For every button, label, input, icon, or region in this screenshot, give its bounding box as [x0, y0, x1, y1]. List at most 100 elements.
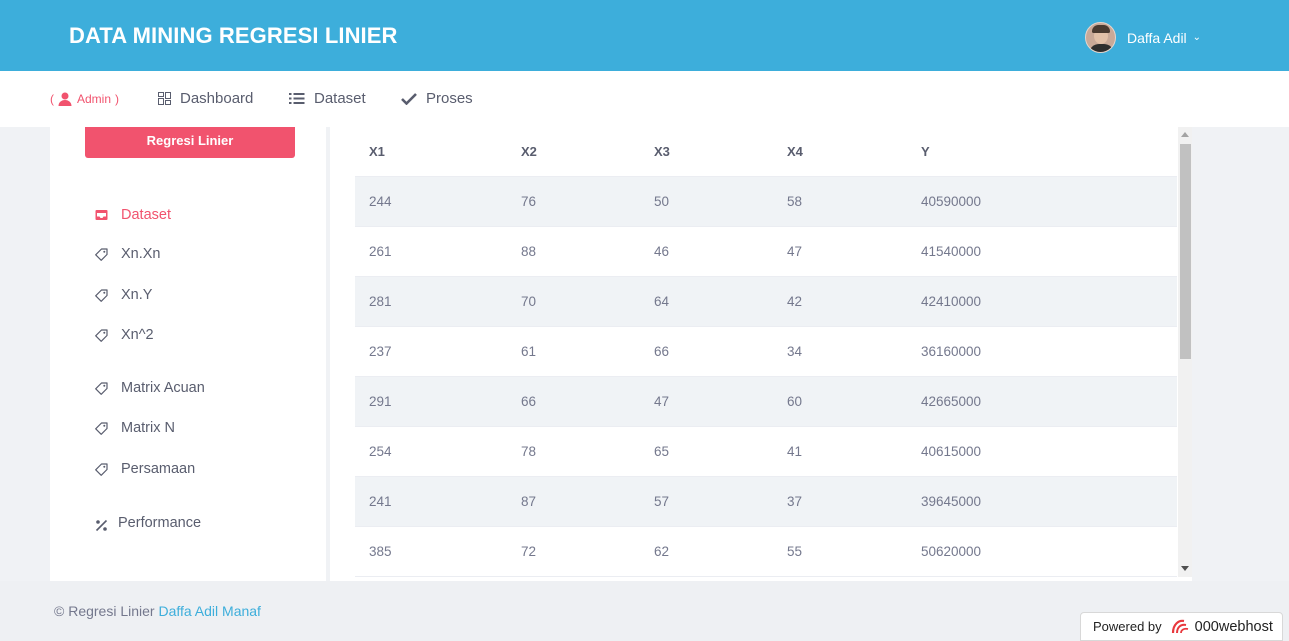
sidebar: Regresi Linier Dataset Xn.Xn Xn.Y Xn^2 M…: [50, 127, 326, 581]
footer-copyright: © Regresi Linier Daffa Adil Manaf: [54, 603, 261, 619]
table-row: 281 70 64 42 42410000: [355, 276, 1177, 327]
table-cell: 70: [507, 276, 640, 327]
powered-by-badge[interactable]: Powered by 000webhost: [1080, 612, 1283, 641]
top-header: DATA MINING REGRESI LINIER Daffa Adil ⌄: [0, 0, 1289, 71]
nav-dataset-label[interactable]: Dataset: [314, 90, 366, 107]
admin-label: Admin: [77, 92, 112, 106]
table-cell: 291: [355, 376, 507, 427]
column-header-x2: X2: [507, 127, 640, 177]
table-cell: 55: [773, 526, 907, 577]
table-cell: 66: [640, 326, 773, 377]
table-cell: 42665000: [907, 376, 1177, 427]
scrollbar-thumb[interactable]: [1180, 144, 1191, 359]
avatar[interactable]: [1085, 22, 1116, 53]
sidebar-item-label[interactable]: Performance: [118, 515, 201, 531]
tag-icon: [95, 381, 108, 395]
nav-proses-label[interactable]: Proses: [426, 90, 473, 107]
user-name[interactable]: Daffa Adil: [1127, 30, 1187, 46]
tag-icon: [95, 462, 108, 476]
webhost-logo-icon: [1171, 619, 1188, 633]
author-link[interactable]: Daffa Adil Manaf: [158, 603, 260, 619]
scroll-up-arrow-icon[interactable]: [1181, 132, 1189, 137]
dataset-panel: X1 X2 X3 X4 Y 244 76 50 58 40590000 261 …: [330, 127, 1192, 581]
sidebar-item-performance[interactable]: Performance: [95, 513, 201, 532]
nav-dashboard[interactable]: Dashboard: [158, 90, 253, 107]
table-cell: 40615000: [907, 426, 1177, 477]
sidebar-item-label[interactable]: Dataset: [121, 207, 171, 223]
copyright-text: © Regresi Linier: [54, 603, 155, 619]
table-cell: 72: [507, 526, 640, 577]
column-header-x1: X1: [355, 127, 507, 177]
table-cell: 42: [773, 276, 907, 327]
table-cell: 34: [773, 326, 907, 377]
user-menu[interactable]: Daffa Adil ⌄: [1085, 22, 1201, 53]
sidebar-item-label[interactable]: Matrix N: [121, 420, 175, 436]
user-icon: [58, 92, 72, 106]
table-cell: 40590000: [907, 176, 1177, 227]
sidebar-item-xnxn[interactable]: Xn.Xn: [95, 246, 161, 262]
table-cell: 62: [640, 526, 773, 577]
nav-dashboard-label[interactable]: Dashboard: [180, 90, 253, 107]
table-cell: 42410000: [907, 276, 1177, 327]
table-cell: 50620000: [907, 526, 1177, 577]
table-cell: 78: [507, 426, 640, 477]
sidebar-item-label[interactable]: Matrix Acuan: [121, 380, 205, 396]
table-cell: 41540000: [907, 226, 1177, 277]
sidebar-item-label[interactable]: Xn.Xn: [121, 246, 161, 262]
table-cell: 37: [773, 476, 907, 527]
dataset-table: X1 X2 X3 X4 Y 244 76 50 58 40590000 261 …: [355, 127, 1177, 577]
column-header-x4: X4: [773, 127, 907, 177]
sidebar-item-xny[interactable]: Xn.Y: [95, 287, 152, 303]
admin-badge: ( Admin ): [50, 91, 119, 107]
list-icon: [289, 93, 305, 104]
regresi-linier-button[interactable]: Regresi Linier: [85, 127, 295, 158]
column-header-x3: X3: [640, 127, 773, 177]
sidebar-item-matrix-n[interactable]: Matrix N: [95, 420, 175, 436]
table-row: 291 66 47 60 42665000: [355, 376, 1177, 427]
nav-dataset[interactable]: Dataset: [289, 90, 366, 107]
table-cell: 47: [773, 226, 907, 277]
table-cell: 41: [773, 426, 907, 477]
table-cell: 46: [640, 226, 773, 277]
inbox-icon: [95, 210, 108, 220]
sidebar-item-matrix-acuan[interactable]: Matrix Acuan: [95, 380, 205, 396]
sidebar-item-dataset[interactable]: Dataset: [95, 207, 171, 223]
sidebar-item-xn2[interactable]: Xn^2: [95, 327, 154, 343]
powered-by-label: Powered by: [1093, 619, 1162, 634]
tag-icon: [95, 421, 108, 435]
tag-icon: [95, 247, 108, 261]
admin-open-paren: (: [50, 92, 54, 106]
check-icon: [401, 93, 417, 105]
app-title: DATA MINING REGRESI LINIER: [69, 23, 398, 48]
table-cell: 61: [507, 326, 640, 377]
table-cell: 50: [640, 176, 773, 227]
percent-icon: [95, 519, 108, 532]
table-cell: 254: [355, 426, 507, 477]
tag-icon: [95, 288, 108, 302]
table-cell: 88: [507, 226, 640, 277]
table-cell: 39645000: [907, 476, 1177, 527]
table-row: 261 88 46 47 41540000: [355, 226, 1177, 277]
nav-proses[interactable]: Proses: [401, 90, 473, 107]
sidebar-item-label[interactable]: Xn.Y: [121, 287, 152, 303]
table-cell: 65: [640, 426, 773, 477]
tag-icon: [95, 328, 108, 342]
table-cell: 64: [640, 276, 773, 327]
table-cell: 47: [640, 376, 773, 427]
table-cell: 385: [355, 526, 507, 577]
table-cell: 244: [355, 176, 507, 227]
table-cell: 237: [355, 326, 507, 377]
table-row: 244 76 50 58 40590000: [355, 176, 1177, 227]
scroll-down-arrow-icon[interactable]: [1181, 566, 1189, 571]
table-cell: 76: [507, 176, 640, 227]
footer: © Regresi Linier Daffa Adil Manaf Powere…: [0, 581, 1289, 641]
table-cell: 281: [355, 276, 507, 327]
table-cell: 58: [773, 176, 907, 227]
powered-by-brand: 000webhost: [1194, 618, 1273, 635]
table-cell: 241: [355, 476, 507, 527]
chevron-down-icon[interactable]: ⌄: [1193, 32, 1201, 43]
sidebar-item-label[interactable]: Xn^2: [121, 327, 154, 343]
sidebar-item-persamaan[interactable]: Persamaan: [95, 461, 195, 477]
sidebar-item-label[interactable]: Persamaan: [121, 461, 195, 477]
table-header-row: X1 X2 X3 X4 Y: [355, 127, 1177, 177]
